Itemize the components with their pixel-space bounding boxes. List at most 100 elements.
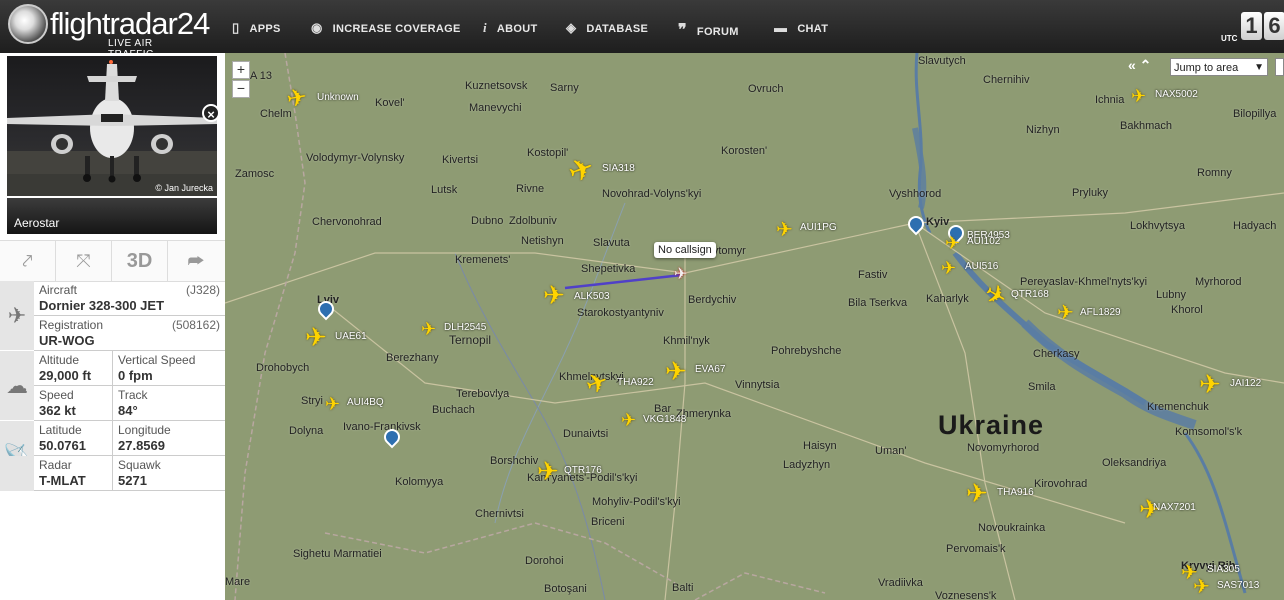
site-logo[interactable]: flightradar24 LIVE AIR TRAFFIC [8,4,210,60]
place-label: Kaharlyk [926,293,969,305]
nav-increase-coverage[interactable]: ◉ INCREASE COVERAGE [311,20,461,36]
aircraft-icon[interactable]: ✈ [1057,301,1074,325]
flight-label[interactable]: SIA305 [1207,564,1240,575]
aircraft-icon[interactable]: ✈ [665,358,687,384]
panel-toolbar: ⤤ ⤧ 3D ⮫ [0,240,225,282]
aircraft-icon[interactable]: ✈ [1199,371,1221,397]
flight-label[interactable]: NAX5002 [1155,89,1198,100]
aircraft-icon[interactable]: ✈ [325,392,340,416]
flight-label[interactable]: JAI122 [1230,378,1261,389]
flight-label[interactable]: EVA67 [695,364,725,375]
3d-view-button[interactable]: 3D [112,241,168,281]
nav-apps[interactable]: ▯ APPS [232,20,281,36]
place-label: Buchach [432,404,475,416]
flight-label[interactable]: SIA318 [602,163,635,174]
place-label: Bilopillya [1233,108,1277,120]
flight-label[interactable]: DLH2545 [444,322,486,333]
place-label: Kremenchuk [1147,401,1209,413]
selected-flight-callout[interactable]: No callsign [654,242,716,258]
nav-about[interactable]: i ABOUT [483,20,538,36]
place-label: Mohyliv-Podil's'kyi [592,496,681,508]
flight-label[interactable]: Unknown [317,92,359,103]
aircraft-icon[interactable]: ✈ [621,408,636,432]
vertical-speed-cell: Vertical Speed 0 fpm [113,351,225,386]
flight-label[interactable]: UAE61 [335,331,367,342]
place-label: Dolyna [289,425,324,437]
aircraft-code: (J328) [185,283,220,297]
flight-label[interactable]: AUI102 [967,236,1000,247]
place-label: Zamosc [235,168,275,180]
place-label: Haisyn [803,440,837,452]
flight-map[interactable]: + − A 13 « ⌃ Jump to area ▼ Ukraine Slavu… [225,53,1284,600]
flight-label[interactable]: AFL1829 [1080,307,1121,318]
photo-credit: © Jan Jurecka [155,183,213,193]
flight-label[interactable]: ALK503 [574,291,610,302]
place-label: Rivne [516,183,545,195]
route-icon[interactable]: ⤤ [0,241,56,281]
nav-database-label: DATABASE [586,23,649,35]
share-icon[interactable]: ⮫ [168,241,224,281]
place-label: Kolomyya [395,476,444,488]
aircraft-icon[interactable]: ✈ [1193,575,1210,599]
zoom-out-button[interactable]: − [232,80,250,98]
nav-forum[interactable]: ❞ FORUM [678,20,739,40]
place-label: Chernihiv [983,74,1030,86]
place-label: Ivano-Frankivsk [343,421,421,433]
track-cell: Track 84° [113,386,225,421]
aircraft-icon[interactable]: ✈ [285,83,309,113]
aircraft-icon[interactable]: ✈ [305,324,327,350]
flight-label[interactable]: VKG1848 [643,414,686,425]
place-label: Shepetivka [581,263,636,275]
chat-icon: ▬ [774,20,788,35]
flight-label[interactable]: AUI1PG [800,222,837,233]
database-icon: ◈ [566,20,577,35]
aircraft-icon[interactable]: ✈ [421,317,436,341]
place-label: Zdolbuniv [509,215,557,227]
place-label: Manevychi [469,102,522,114]
logo-name: flightradar24 [50,6,210,41]
place-label: Vyshhorod [889,188,942,200]
place-label: Slavuta [593,237,630,249]
flight-label[interactable]: QTR168 [1011,289,1049,300]
close-panel-button[interactable]: × [202,104,220,122]
flight-label[interactable]: NAX7201 [1153,502,1196,513]
flight-label[interactable]: AUI4BQ [347,397,384,408]
aircraft-icon[interactable]: ✈ [776,218,793,242]
zoom-in-button[interactable]: + [232,61,250,79]
selected-aircraft-icon[interactable]: ✈ [674,263,687,287]
aircraft-icon[interactable]: ✈ [941,256,956,280]
place-label: Kuznetsovsk [465,80,528,92]
place-label: Ichnia [1095,94,1125,106]
longitude-value: 27.8569 [118,438,165,453]
collapse-arrows-icon[interactable]: « ⌃ [1128,57,1151,74]
flight-label[interactable]: QTR176 [564,465,602,476]
zoom-controls: + − [232,61,250,99]
registration-value: UR-WOG [39,333,95,348]
place-label: Stryi [301,395,323,407]
place-label: Sighetu Marmatiei [293,548,382,560]
place-label: Mare [225,576,251,588]
place-label: Lutsk [431,184,458,196]
jump-to-area-select[interactable]: Jump to area ▼ [1170,58,1268,76]
aircraft-icon[interactable]: ✈ [945,231,960,255]
flight-label[interactable]: THA922 [617,377,654,388]
flight-label[interactable]: AUI516 [965,261,998,272]
nav-database[interactable]: ◈ DATABASE [566,20,648,36]
altitude-cell: Altitude 29,000 ft [34,351,113,386]
place-label: Ovruch [748,83,784,95]
altitude-label: Altitude [39,353,80,367]
nav-chat[interactable]: ▬ CHAT [774,20,828,35]
aircraft-icon[interactable]: ✈ [537,458,559,484]
place-label: Sarny [550,82,579,94]
flight-label[interactable]: THA916 [997,487,1034,498]
latitude-label: Latitude [39,423,82,437]
fit-view-icon[interactable]: ⤧ [56,241,112,281]
registration-code: (508162) [171,318,220,332]
aircraft-icon[interactable]: ✈ [543,282,565,308]
speed-value: 362 kt [39,403,76,418]
aircraft-icon[interactable]: ✈ [1131,84,1146,108]
map-type-select[interactable] [1275,58,1284,76]
flight-label[interactable]: SAS7013 [1217,580,1259,591]
place-label: Pereyaslav-Khmel'nyts'kyi [1020,276,1148,288]
aircraft-icon[interactable]: ✈ [966,480,988,506]
